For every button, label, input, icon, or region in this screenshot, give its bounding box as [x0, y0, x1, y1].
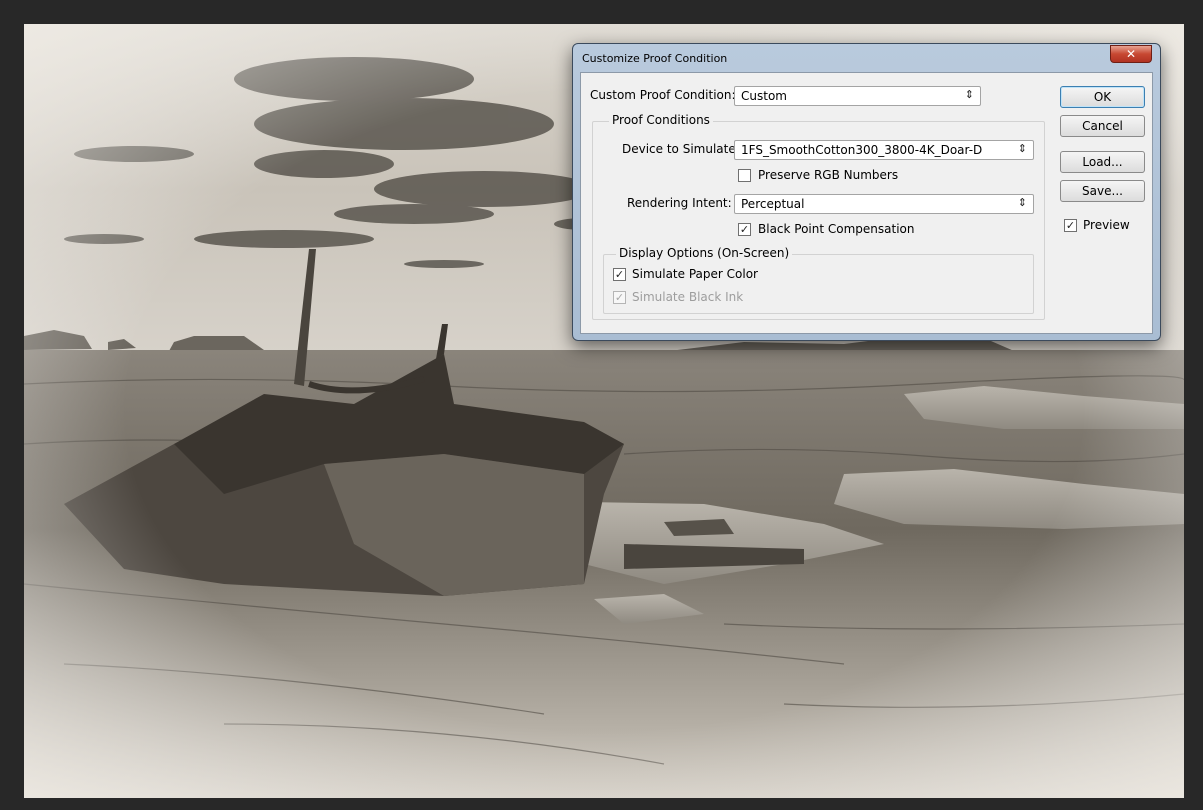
black-point-label: Black Point Compensation	[758, 222, 915, 236]
device-to-simulate-value: 1FS_SmoothCotton300_3800-4K_Doar-D	[741, 143, 983, 157]
custom-proof-condition-select[interactable]: Custom ⇕	[734, 86, 981, 106]
customize-proof-condition-dialog: Customize Proof Condition ✕ Custom Proof…	[572, 43, 1161, 341]
dialog-titlebar[interactable]: Customize Proof Condition ✕	[573, 44, 1160, 72]
checkmark-icon: ✓	[614, 291, 625, 304]
display-options-legend: Display Options (On-Screen)	[616, 246, 793, 260]
close-button[interactable]: ✕	[1110, 45, 1152, 63]
close-icon: ✕	[1125, 47, 1137, 61]
dialog-body: Custom Proof Condition: Custom ⇕ Proof C…	[580, 72, 1153, 334]
save-button[interactable]: Save...	[1060, 180, 1145, 202]
display-options-group	[603, 254, 1034, 314]
rendering-intent-label: Rendering Intent:	[627, 196, 732, 210]
black-point-checkbox[interactable]: ✓	[738, 223, 751, 236]
rendering-intent-select[interactable]: Perceptual ⇕	[734, 194, 1034, 214]
ok-button[interactable]: OK	[1060, 86, 1145, 108]
device-to-simulate-label: Device to Simulate:	[622, 142, 740, 156]
device-to-simulate-select[interactable]: 1FS_SmoothCotton300_3800-4K_Doar-D ⇕	[734, 140, 1034, 160]
simulate-paper-color-label: Simulate Paper Color	[632, 267, 758, 281]
preview-checkbox[interactable]: ✓	[1064, 219, 1077, 232]
preserve-rgb-checkbox[interactable]	[738, 169, 751, 182]
preview-label: Preview	[1083, 218, 1130, 232]
checkmark-icon: ✓	[1065, 219, 1076, 232]
checkmark-icon: ✓	[739, 223, 750, 236]
proof-conditions-legend: Proof Conditions	[609, 113, 713, 127]
simulate-black-ink-checkbox[interactable]: ✓	[613, 291, 626, 304]
select-arrow-icon: ⇕	[1017, 142, 1027, 155]
simulate-black-ink-label: Simulate Black Ink	[632, 290, 744, 304]
preserve-rgb-label: Preserve RGB Numbers	[758, 168, 899, 182]
custom-proof-condition-value: Custom	[741, 89, 787, 103]
select-arrow-icon: ⇕	[1017, 196, 1027, 209]
load-button[interactable]: Load...	[1060, 151, 1145, 173]
cancel-button[interactable]: Cancel	[1060, 115, 1145, 137]
simulate-paper-color-checkbox[interactable]: ✓	[613, 268, 626, 281]
custom-proof-condition-label: Custom Proof Condition:	[590, 88, 736, 102]
dialog-title: Customize Proof Condition	[582, 52, 728, 65]
rendering-intent-value: Perceptual	[741, 197, 805, 211]
checkmark-icon: ✓	[614, 268, 625, 281]
select-arrow-icon: ⇕	[964, 88, 974, 101]
